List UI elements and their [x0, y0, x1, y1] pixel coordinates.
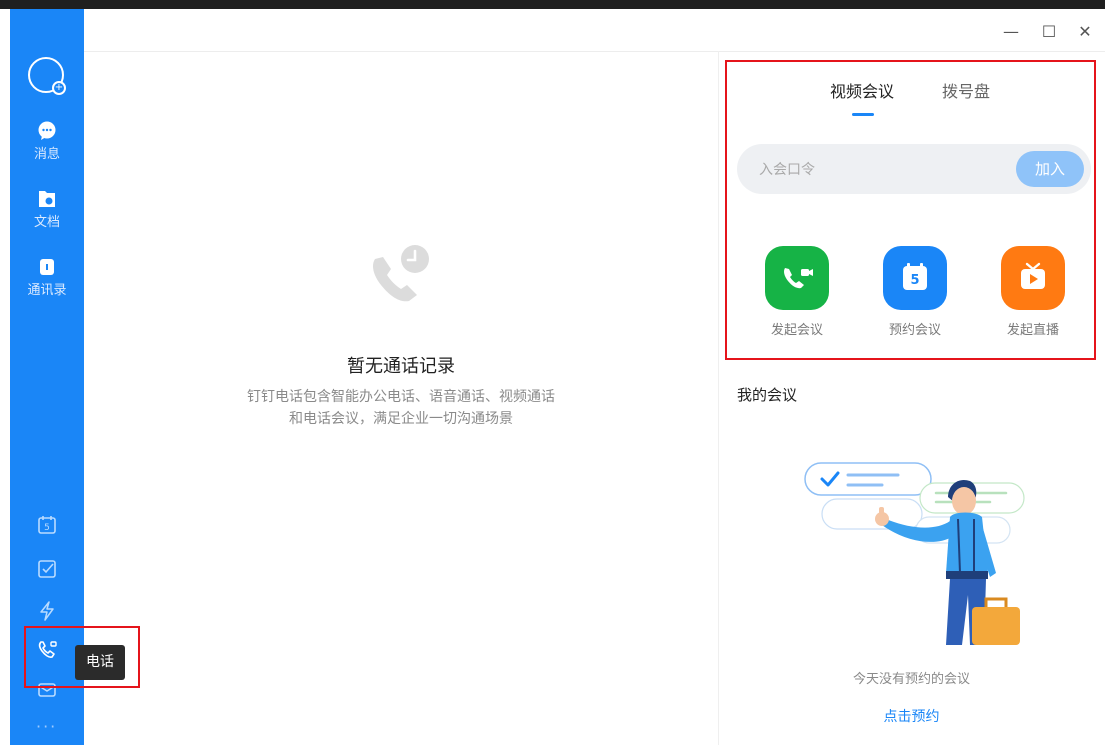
- highlight-box-phone: [24, 626, 140, 688]
- my-meetings-title: 我的会议: [737, 386, 798, 404]
- maximize-button[interactable]: ☐: [1040, 23, 1058, 41]
- no-meeting-text: 今天没有预约的会议: [852, 672, 970, 687]
- avatar[interactable]: +: [28, 57, 66, 95]
- empty-description: 钉钉电话包含智能办公电话、语音通话、视频通话 和电话会议，满足企业一切沟通场景: [84, 386, 718, 430]
- sidebar-item-label: 消息: [33, 147, 60, 162]
- contacts-icon: [40, 259, 54, 275]
- panel-divider: [718, 51, 719, 745]
- close-button[interactable]: ✕: [1076, 23, 1094, 41]
- more-icon[interactable]: ···: [36, 717, 57, 736]
- book-meeting-link[interactable]: 点击预约: [718, 706, 1105, 726]
- ding-icon[interactable]: [36, 600, 58, 622]
- calendar-day: 5: [44, 523, 50, 533]
- sidebar-item-messages[interactable]: 消息: [10, 121, 84, 162]
- call-history-icon: [373, 245, 429, 302]
- calendar-icon[interactable]: 5: [36, 514, 58, 536]
- window-top-edge: [0, 0, 1105, 9]
- empty-desc-line: 和电话会议，满足企业一切沟通场景: [289, 411, 513, 427]
- empty-title: 暂无通话记录: [347, 356, 455, 377]
- todo-icon[interactable]: [36, 558, 58, 580]
- sidebar-item-label: 通讯录: [27, 283, 67, 298]
- sidebar-item-label: 文档: [33, 215, 60, 230]
- highlight-box-meeting-panel: [725, 60, 1096, 360]
- message-icon: [38, 121, 56, 140]
- add-icon: +: [52, 81, 66, 95]
- minimize-button[interactable]: —: [1002, 23, 1020, 41]
- empty-meeting-illustration: [804, 462, 1025, 645]
- window-left-edge: [0, 9, 10, 745]
- document-icon: [39, 191, 55, 207]
- empty-desc-line: 钉钉电话包含智能办公电话、语音通话、视频通话: [247, 389, 555, 405]
- sidebar-item-documents[interactable]: 文档: [10, 189, 84, 230]
- sidebar-item-contacts[interactable]: 通讯录: [10, 257, 84, 298]
- title-bar: — ☐ ✕: [84, 9, 1105, 52]
